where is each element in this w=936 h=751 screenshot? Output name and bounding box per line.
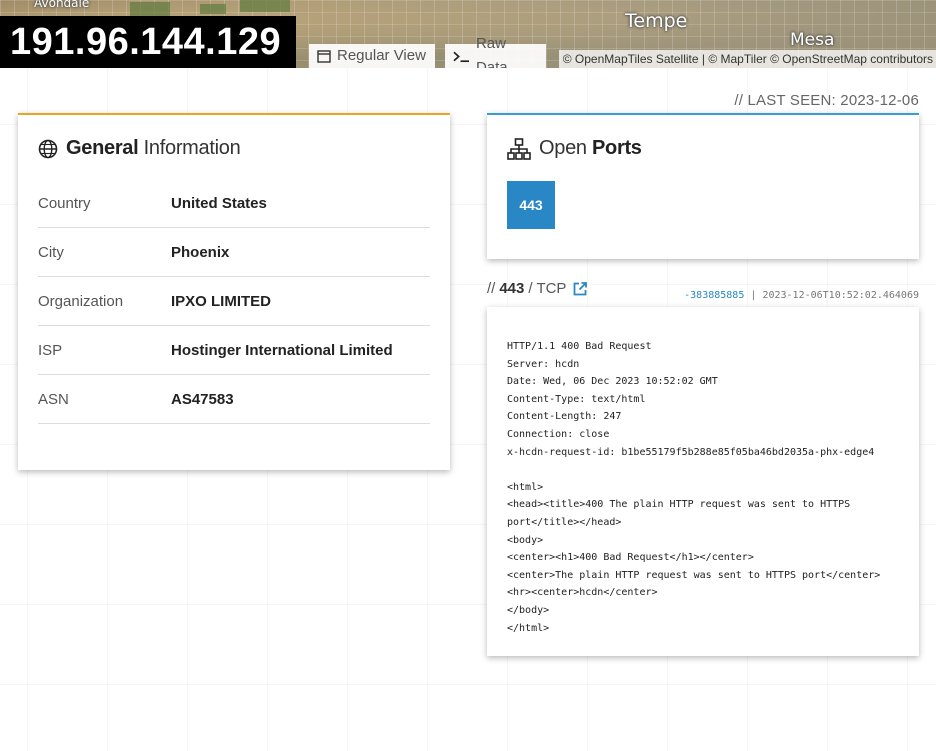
meta-separator: | <box>750 290 757 301</box>
map-field <box>130 2 170 16</box>
general-information-card: General Information Country United State… <box>18 113 450 470</box>
info-value: Phoenix <box>171 243 230 261</box>
service-port: 443 <box>499 280 525 297</box>
open-ports-heading: Open Ports <box>507 137 642 160</box>
map-attribution[interactable]: © OpenMapTiles Satellite | © MapTiler © … <box>558 50 936 68</box>
map-field <box>200 4 226 14</box>
map-label-avondale: Avondale <box>34 0 90 10</box>
general-title-light: Information <box>143 137 241 159</box>
regular-view-label: Regular View <box>337 47 426 64</box>
raw-data-label: Raw Data <box>475 35 508 68</box>
regular-view-button[interactable]: Regular View <box>309 44 435 68</box>
attribution-text: © OpenMapTiles Satellite | © MapTiler © … <box>562 52 933 66</box>
external-link-icon[interactable] <box>572 281 588 297</box>
port-443-chip[interactable]: 443 <box>507 181 555 229</box>
general-title-bold: General <box>66 137 139 159</box>
terminal-icon <box>453 51 470 62</box>
map-banner: Avondale Tempe Mesa 191.96.144.129 Regul… <box>0 0 936 68</box>
open-ports-card: Open Ports 443 <box>487 113 919 259</box>
service-banner-card: HTTP/1.1 400 Bad Request Server: hcdn Da… <box>487 307 919 656</box>
last-seen-label: // LAST SEEN: 2023-12-06 <box>734 92 919 109</box>
info-key: ISP <box>38 341 63 359</box>
service-protocol: / TCP <box>528 280 567 297</box>
map-field <box>240 0 290 12</box>
info-row-asn: ASN AS47583 <box>38 375 430 424</box>
service-header: // 443 / TCP <box>487 280 588 297</box>
globe-icon <box>38 139 58 158</box>
ports-title-light: Open <box>539 137 587 159</box>
map-label-mesa: Mesa <box>790 30 835 50</box>
info-value: Hostinger International Limited <box>171 341 393 359</box>
info-row-city: City Phoenix <box>38 228 430 277</box>
info-row-isp: ISP Hostinger International Limited <box>38 326 430 375</box>
raw-data-button[interactable]: Raw Data <box>445 35 546 68</box>
info-value: United States <box>171 194 267 212</box>
info-key: City <box>38 243 64 261</box>
service-hash-link[interactable]: -383885885 <box>684 290 744 301</box>
info-value: AS47583 <box>171 390 234 408</box>
info-key: Country <box>38 194 91 212</box>
info-value: IPXO LIMITED <box>171 292 272 310</box>
map-label-tempe: Tempe <box>625 10 688 32</box>
info-key: Organization <box>38 292 124 310</box>
info-key: ASN <box>38 390 69 408</box>
info-row-country: Country United States <box>38 179 430 228</box>
general-info-table: Country United States City Phoenix Organ… <box>38 179 430 424</box>
info-row-organization: Organization IPXO LIMITED <box>38 277 430 326</box>
general-information-heading: General Information <box>38 137 241 160</box>
ip-address-title: 191.96.144.129 <box>0 16 296 68</box>
network-icon <box>507 137 531 160</box>
service-timestamp: 2023-12-06T10:52:02.464069 <box>762 290 919 301</box>
service-banner-text: HTTP/1.1 400 Bad Request Server: hcdn Da… <box>507 341 881 634</box>
service-prefix: // <box>487 280 496 297</box>
window-icon <box>317 49 331 63</box>
ports-title-bold: Ports <box>592 137 642 159</box>
service-meta: -383885885 | 2023-12-06T10:52:02.464069 <box>684 290 919 301</box>
